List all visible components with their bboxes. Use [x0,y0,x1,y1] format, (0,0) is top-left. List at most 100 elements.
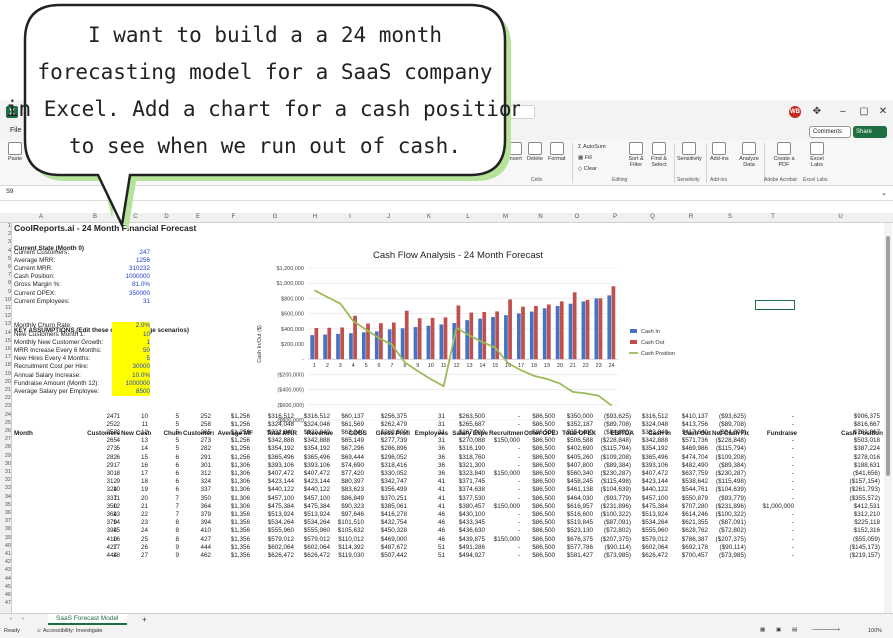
table-cell[interactable]: 16 [119,462,148,470]
table-cell[interactable]: $86,500 [522,445,555,453]
table-cell[interactable]: $579,012 [633,536,668,544]
table-cell[interactable]: $602,064 [296,544,330,552]
table-cell[interactable]: $602,064 [252,544,294,552]
table-cell[interactable]: 22 [119,511,148,519]
bar-cash-out[interactable] [366,323,370,360]
bar-cash-in[interactable] [465,320,470,360]
row-header[interactable]: 12 [0,313,11,319]
table-cell[interactable]: $86,500 [522,511,555,519]
table-cell[interactable]: ($228,848) [595,437,631,445]
table-cell[interactable]: $450,328 [366,527,407,535]
table-cell[interactable]: $616,957 [557,503,593,511]
bar-cash-in[interactable] [607,295,612,360]
table-cell[interactable]: $1,356 [213,552,250,560]
table-cell[interactable]: $906,375 [796,413,880,421]
row-header[interactable]: 21 [0,387,11,393]
table-cell[interactable]: $534,264 [633,519,668,527]
table-cell[interactable]: $316,190 [447,445,485,453]
table-cell[interactable]: $487,672 [366,544,407,552]
table-cell[interactable]: $352,187 [557,421,593,429]
table-cell[interactable]: $385,061 [366,503,407,511]
table-cell[interactable]: - [748,470,794,478]
table-cell[interactable]: ($261,793) [796,486,880,494]
table-cell[interactable]: $614,246 [670,511,708,519]
row-header[interactable]: 37 [0,518,11,524]
share-button[interactable]: Share [853,126,887,138]
table-cell[interactable]: 324 [181,478,211,486]
table-cell[interactable]: $1,256 [213,445,250,453]
table-cell[interactable]: ($100,322) [595,511,631,519]
table-cell[interactable]: $458,245 [557,478,593,486]
table-cell[interactable]: ($157,154) [796,478,880,486]
table-cell[interactable]: $354,192 [252,445,294,453]
table-cell[interactable]: $86,500 [522,536,555,544]
table-cell[interactable]: 8 [150,536,179,544]
row-header[interactable]: 24 [0,412,11,418]
row-header[interactable]: 32 [0,477,11,483]
row-header[interactable]: 11 [0,305,11,311]
table-cell[interactable]: - [748,478,794,486]
row-header[interactable]: 22 [0,395,11,401]
table-cell[interactable]: $86,500 [522,462,555,470]
table-cell[interactable]: $1,256 [213,437,250,445]
table-cell[interactable]: $513,924 [296,511,330,519]
table-cell[interactable]: $534,264 [252,519,294,527]
assumption-label[interactable]: New Customers Month 1: [14,331,85,339]
sort-filter-button[interactable]: Sort & Filter [625,142,647,168]
delete-cells-button[interactable]: Delete [527,142,543,162]
table-cell[interactable]: - [748,437,794,445]
column-header[interactable]: O [558,214,596,220]
table-cell[interactable]: $267,900 [447,429,485,437]
table-cell[interactable]: - [748,519,794,527]
table-cell[interactable]: - [487,552,520,560]
table-cell[interactable]: $417,640 [670,429,708,437]
state-label[interactable]: Gross Margin %: [14,281,61,289]
table-cell[interactable]: 25 [119,536,148,544]
state-value[interactable]: 350000 [120,290,150,298]
bar-cash-in[interactable] [439,324,444,360]
chevron-down-icon[interactable]: ⌄ [881,189,887,197]
table-cell[interactable]: $393,106 [252,462,294,470]
table-cell[interactable]: $263,500 [447,413,485,421]
table-cell[interactable]: $519,845 [557,519,593,527]
table-cell[interactable]: 337 [181,486,211,494]
row-header[interactable]: 5 [0,256,11,262]
table-cell[interactable]: - [487,527,520,535]
table-cell[interactable]: $407,472 [296,470,330,478]
table-cell[interactable]: $1,356 [213,519,250,527]
create-pdf-button[interactable]: Create a PDF [772,142,796,168]
assumption-input[interactable]: 10 [112,330,150,339]
table-cell[interactable]: $1,306 [213,495,250,503]
table-cell[interactable]: ($73,985) [710,552,746,560]
table-cell[interactable]: $278,016 [796,454,880,462]
table-cell[interactable]: - [748,413,794,421]
table-cell[interactable]: $330,052 [366,470,407,478]
table-cell[interactable]: 46 [409,527,445,535]
table-cell[interactable]: $61,569 [332,421,364,429]
table-cell[interactable]: $475,384 [296,503,330,511]
table-cell[interactable]: - [487,445,520,453]
table-cell[interactable]: ($89,708) [595,421,631,429]
table-cell[interactable]: ($355,572) [796,495,880,503]
row-header[interactable]: 17 [0,354,11,360]
row-header[interactable]: 36 [0,510,11,516]
state-value[interactable]: 310232 [120,265,150,273]
table-cell[interactable]: ($90,114) [710,544,747,552]
row-header[interactable]: 39 [0,535,11,541]
table-cell[interactable]: ($228,848) [710,437,746,445]
table-cell[interactable]: 265 [20,437,117,445]
table-cell[interactable]: 6 [150,486,179,494]
table-cell[interactable]: $150,000 [487,470,520,478]
table-cell[interactable]: 6 [150,454,179,462]
table-cell[interactable]: 5 [150,429,179,437]
table-cell[interactable]: ($93,779) [710,495,746,503]
table-cell[interactable]: $101,510 [332,519,364,527]
table-cell[interactable]: 18 [119,478,148,486]
assumption-label[interactable]: Annual Salary Increase: [14,372,81,380]
table-cell[interactable]: $332,840 [252,429,294,437]
table-cell[interactable]: 5 [150,445,179,453]
minimize-icon[interactable]: – [834,104,852,120]
row-header[interactable]: 28 [0,444,11,450]
table-cell[interactable]: - [487,495,520,503]
table-cell[interactable]: $433,345 [447,519,485,527]
